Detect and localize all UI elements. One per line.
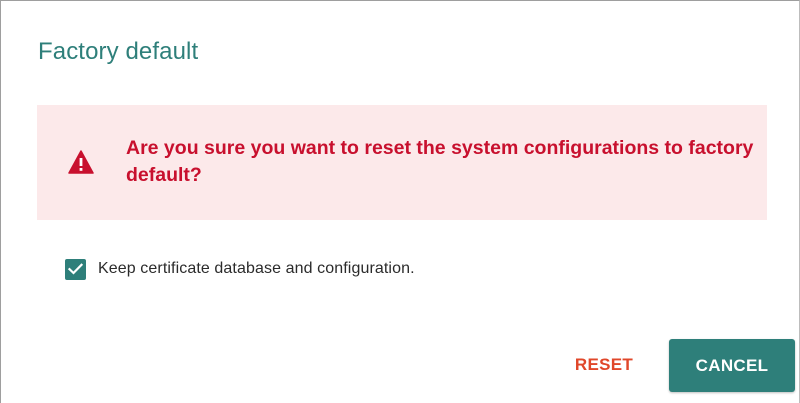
reset-button[interactable]: RESET [560, 344, 648, 386]
cancel-button[interactable]: CANCEL [669, 339, 795, 392]
check-icon [68, 263, 83, 275]
warning-message: Are you sure you want to reset the syste… [126, 137, 754, 186]
warning-alert: Are you sure you want to reset the syste… [37, 105, 767, 220]
keep-certificate-label: Keep certificate database and configurat… [98, 260, 415, 277]
warning-triangle-icon [68, 150, 94, 174]
keep-certificate-checkbox[interactable] [65, 258, 86, 280]
dialog-title: Factory default [38, 38, 199, 65]
keep-certificate-option[interactable]: Keep certificate database and configurat… [65, 256, 415, 282]
factory-default-dialog: Factory default Are you sure you want to… [0, 0, 800, 403]
